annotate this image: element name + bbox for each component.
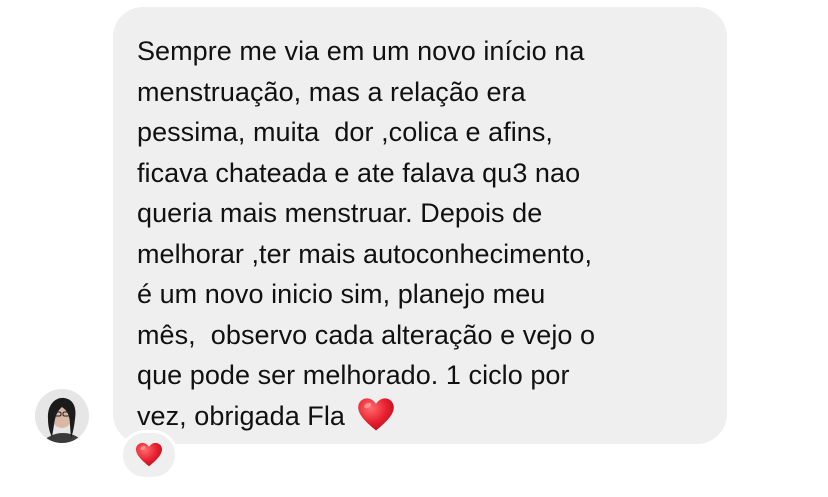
message-line: que pode ser melhorado. 1 ciclo por [137, 360, 570, 390]
message-line: melhorar ,ter mais autoconhecimento, [137, 238, 593, 269]
reaction-badge[interactable] [120, 430, 178, 480]
red-heart-icon [136, 442, 162, 467]
message-bubble[interactable]: Sempre me via em um novo início na menst… [113, 7, 727, 444]
message-line: menstruação, mas a relação era [137, 76, 526, 107]
user-avatar-icon [35, 389, 89, 443]
message-line: Sempre me via em um novo início na [137, 36, 585, 66]
message-line: queria mais menstruar. Depois de [137, 198, 543, 228]
message-line-text: vez, obrigada Fla [137, 400, 353, 431]
avatar[interactable] [35, 389, 89, 443]
message-line: pessima, muita dor ,colica e afins, [137, 117, 553, 147]
red-heart-icon [357, 397, 395, 433]
message-line: mês, observo cada alteração e vejo o [137, 319, 596, 350]
message-line: é um novo inicio sim, planejo meu [137, 279, 546, 309]
message-line: ficava chateada e ate falava qu3 nao [137, 157, 581, 188]
message-last-line: vez, obrigada Fla [137, 396, 697, 437]
